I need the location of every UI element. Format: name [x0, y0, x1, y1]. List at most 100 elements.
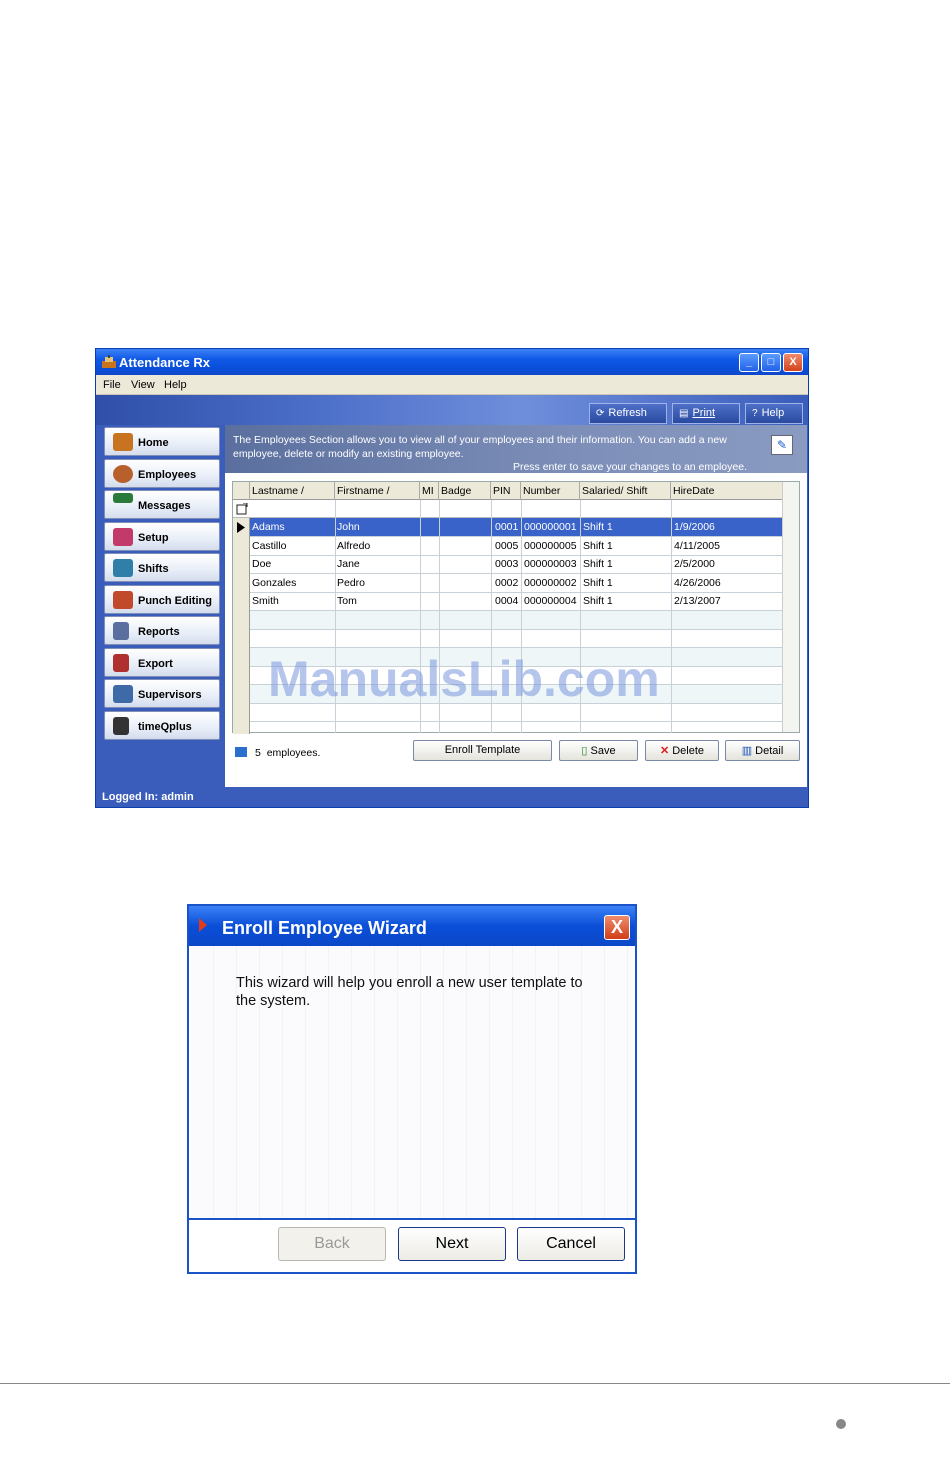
new-row[interactable] — [233, 500, 799, 518]
detail-icon: ▥ — [741, 745, 753, 757]
table-row[interactable]: Doe Jane 0003 000000003 Shift 1 2/5/2000 — [250, 555, 782, 574]
help-icon: ? — [752, 408, 758, 419]
help-button[interactable]: ? Help — [745, 403, 803, 424]
wizard-arrow-icon — [199, 918, 207, 932]
page-bullet — [836, 1419, 846, 1429]
sidebar-item-home[interactable]: Home — [104, 427, 220, 456]
sidebar-item-label: Export — [138, 658, 173, 670]
cancel-button[interactable]: Cancel — [517, 1227, 625, 1261]
cell-shift: Shift 1 — [583, 558, 613, 570]
punch-editing-icon — [113, 591, 133, 609]
wizard-titlebar[interactable]: Enroll Employee Wizard X — [189, 906, 635, 946]
attendance-rx-window: Attendance Rx _ □ X File View Help ⟳ Refr… — [95, 348, 809, 808]
list-icon — [235, 747, 247, 757]
cell-firstname: John — [337, 521, 360, 533]
employee-icon — [113, 465, 133, 483]
header-label: Firstname — [337, 485, 384, 497]
employees-panel: The Employees Section allows you to view… — [225, 425, 807, 787]
sidebar-item-setup[interactable]: Setup — [104, 522, 220, 551]
menu-bar: File View Help — [96, 375, 808, 395]
grid-scrollbar[interactable] — [782, 482, 799, 732]
sidebar-item-employees[interactable]: Employees — [104, 459, 220, 488]
edit-icon[interactable]: ✎ — [771, 435, 793, 455]
sort-icon: / — [386, 485, 390, 497]
cell-number: 000000004 — [524, 595, 577, 607]
header-pin[interactable]: PIN — [491, 482, 521, 500]
print-label: Print — [692, 407, 716, 419]
refresh-button[interactable]: ⟳ Refresh — [589, 403, 667, 424]
close-button[interactable]: X — [783, 353, 803, 372]
app-titlebar[interactable]: Attendance Rx _ □ X — [96, 349, 808, 375]
cell-lastname: Adams — [252, 521, 285, 533]
grid-header: Lastname / Firstname / MI Badge PIN Numb… — [233, 482, 799, 500]
sidebar-item-reports[interactable]: Reports — [104, 616, 220, 645]
cell-pin: 0005 — [495, 540, 519, 552]
logged-in-status: Logged In: admin — [102, 791, 194, 803]
menu-view[interactable]: View — [131, 379, 155, 391]
header-lastname[interactable]: Lastname / — [250, 482, 335, 500]
maximize-button[interactable]: □ — [761, 353, 781, 372]
cell-shift: Shift 1 — [583, 540, 613, 552]
sidebar-item-supervisors[interactable]: Supervisors — [104, 679, 220, 708]
cell-shift: Shift 1 — [583, 577, 613, 589]
delete-button[interactable]: ✕ Delete — [645, 740, 719, 761]
watermark: ManualsLib.com — [268, 651, 660, 707]
back-button[interactable]: Back — [278, 1227, 386, 1261]
cell-firstname: Jane — [337, 558, 360, 570]
employee-count-label: employees. — [266, 747, 321, 759]
cell-lastname: Castillo — [252, 540, 287, 552]
next-button[interactable]: Next — [398, 1227, 506, 1261]
help-label: Help — [761, 407, 785, 419]
row-selector-column — [233, 518, 250, 734]
sidebar-item-label: Setup — [138, 532, 169, 544]
refresh-label: Refresh — [608, 407, 647, 419]
sidebar-item-messages[interactable]: Messages — [104, 490, 220, 519]
timeqplus-icon — [113, 717, 129, 735]
wizard-close-button[interactable]: X — [604, 915, 630, 940]
cell-hiredate: 1/9/2006 — [674, 521, 715, 533]
header-shift[interactable]: Salaried/ Shift — [580, 482, 671, 500]
cell-shift: Shift 1 — [583, 595, 613, 607]
sidebar-item-timeqplus[interactable]: timeQplus — [104, 711, 220, 740]
cell-pin: 0003 — [495, 558, 519, 570]
app-title: Attendance Rx — [119, 355, 211, 370]
table-row[interactable]: Castillo Alfredo 0005 000000005 Shift 1 … — [250, 537, 782, 556]
save-button[interactable]: ▯ Save — [559, 740, 638, 761]
header-badge[interactable]: Badge — [439, 482, 491, 500]
header-hiredate[interactable]: HireDate — [671, 482, 782, 500]
reports-icon — [113, 622, 129, 640]
menu-help[interactable]: Help — [164, 379, 187, 391]
sidebar-item-label: Messages — [138, 500, 191, 512]
enroll-template-button[interactable]: Enroll Template — [413, 740, 552, 761]
menu-file[interactable]: File — [103, 379, 121, 391]
cell-pin: 0002 — [495, 577, 519, 589]
delete-icon: ✕ — [659, 745, 670, 757]
print-button[interactable]: ▤ Print — [672, 403, 740, 424]
sidebar-item-export[interactable]: Export — [104, 648, 220, 677]
cell-hiredate: 2/5/2000 — [674, 558, 715, 570]
header-label: Lastname — [252, 485, 299, 497]
cell-number: 000000002 — [524, 577, 577, 589]
cell-hiredate: 4/11/2005 — [674, 540, 720, 552]
sidebar: Home Employees Messages Setup Shifts Pun… — [96, 425, 224, 789]
sidebar-item-label: Reports — [138, 626, 180, 638]
sidebar-item-label: Shifts — [138, 563, 169, 575]
setup-icon — [113, 528, 133, 546]
cell-shift: Shift 1 — [583, 521, 613, 533]
header-firstname[interactable]: Firstname / — [335, 482, 420, 500]
header-mi[interactable]: MI — [420, 482, 439, 500]
supervisors-icon — [113, 685, 133, 703]
sidebar-item-shifts[interactable]: Shifts — [104, 553, 220, 582]
new-row-icon — [236, 503, 248, 515]
detail-label: Detail — [755, 745, 784, 757]
table-row[interactable]: Adams John 0001 000000001 Shift 1 1/9/20… — [250, 518, 782, 537]
detail-button[interactable]: ▥ Detail — [725, 740, 800, 761]
table-row[interactable]: Smith Tom 0004 000000004 Shift 1 2/13/20… — [250, 592, 782, 611]
header-number[interactable]: Number — [521, 482, 580, 500]
info-hint: Press enter to save your changes to an e… — [512, 461, 747, 473]
sidebar-item-label: timeQplus — [138, 721, 192, 733]
refresh-icon: ⟳ — [596, 408, 605, 419]
table-row[interactable]: Gonzales Pedro 0002 000000002 Shift 1 4/… — [250, 574, 782, 593]
sidebar-item-punch-editing[interactable]: Punch Editing — [104, 585, 220, 614]
minimize-button[interactable]: _ — [739, 353, 759, 372]
